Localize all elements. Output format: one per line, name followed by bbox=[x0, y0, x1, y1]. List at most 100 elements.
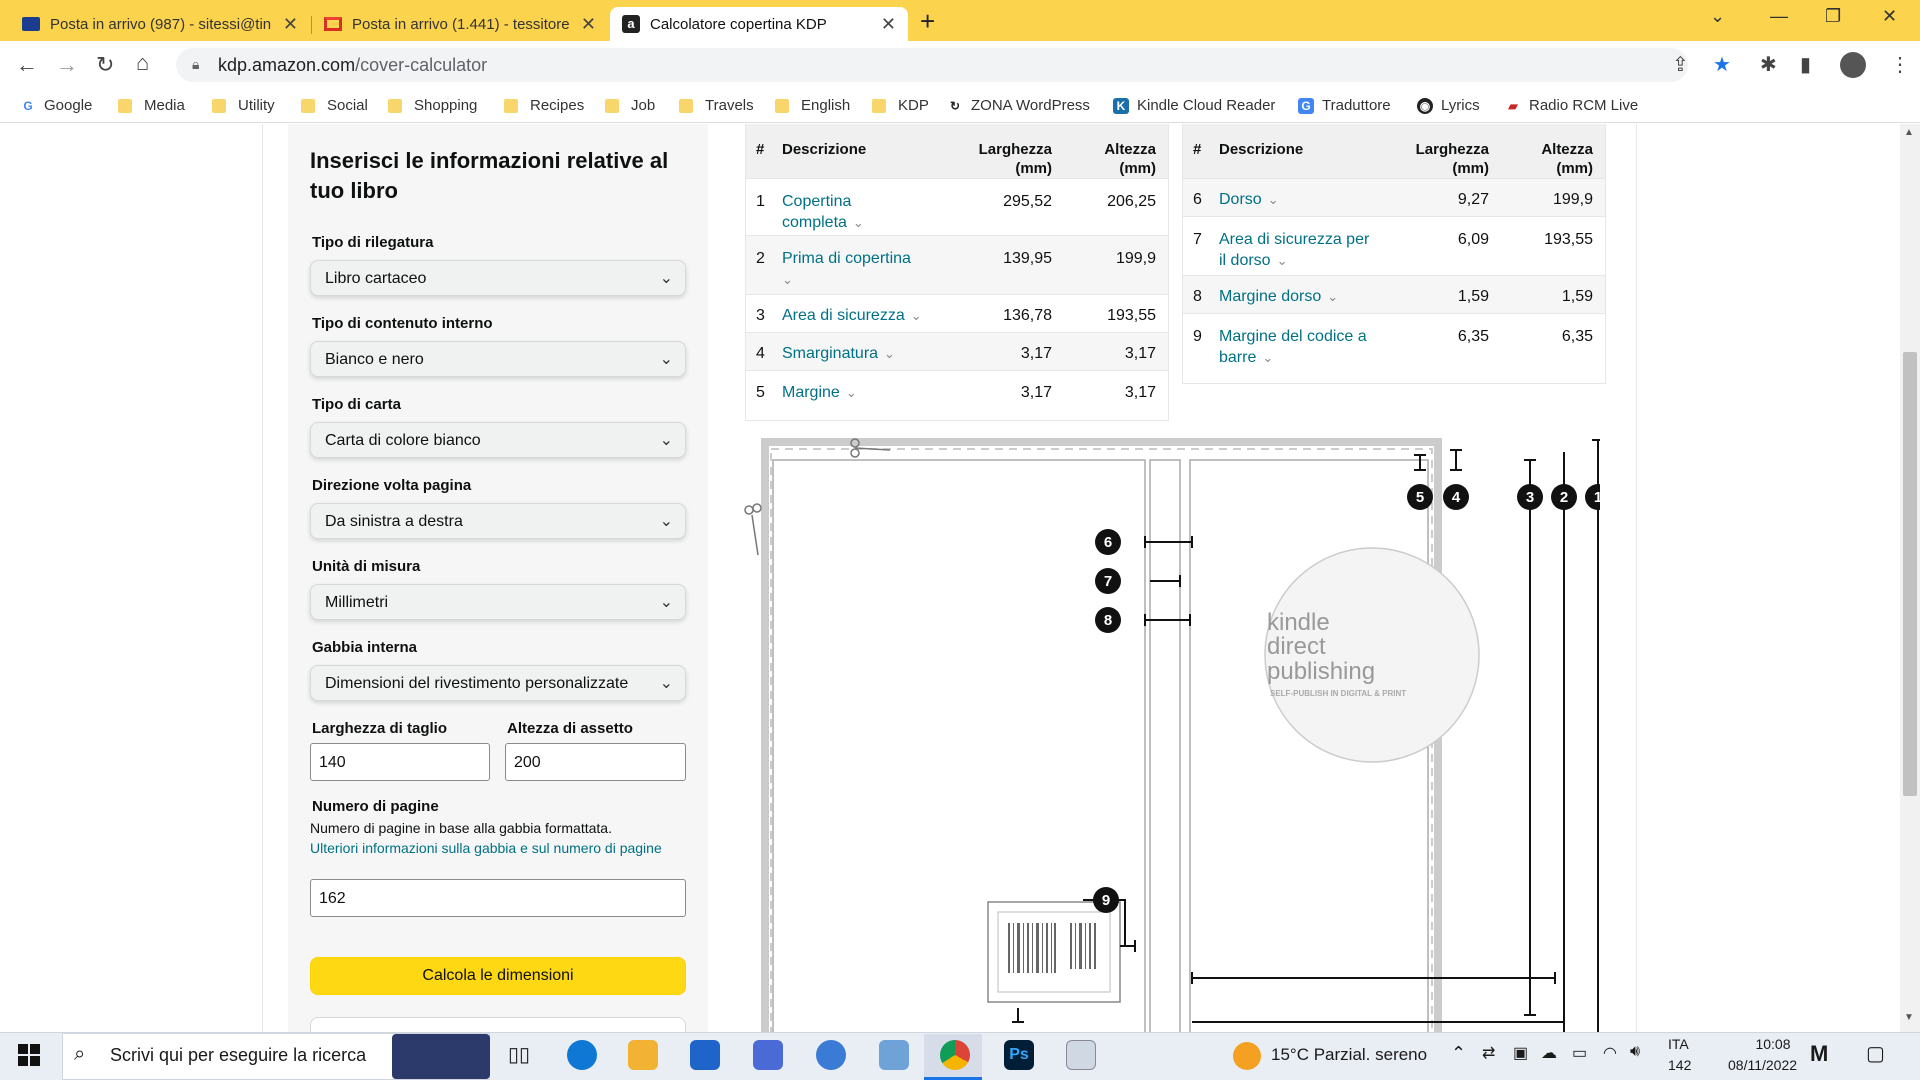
content-select[interactable]: Bianco e nero ⌄ bbox=[310, 341, 686, 377]
bookmark-kindle-cloud-reader[interactable]: K Kindle Cloud Reader bbox=[1113, 97, 1275, 114]
bookmark-travels[interactable]: Travels bbox=[679, 97, 754, 114]
bookmark-google[interactable]: G Google bbox=[20, 97, 92, 114]
translate-icon: G bbox=[1298, 97, 1314, 114]
home-icon[interactable]: ⌂ bbox=[136, 50, 149, 76]
bookmark-english[interactable]: English bbox=[775, 97, 850, 114]
app-tray-icon[interactable]: M bbox=[1810, 1041, 1828, 1067]
clock-date[interactable]: 08/11/2022 bbox=[1728, 1057, 1797, 1073]
reload-icon[interactable]: ↻ bbox=[96, 52, 114, 78]
battery-icon[interactable]: ▭ bbox=[1572, 1043, 1587, 1063]
close-icon[interactable]: ✕ bbox=[881, 14, 896, 35]
side-panel-icon[interactable]: ▮ bbox=[1800, 52, 1811, 77]
speaker-icon[interactable]: 🔊︎ bbox=[1630, 1043, 1640, 1061]
cloud-icon[interactable]: ☁ bbox=[1541, 1043, 1557, 1063]
chrome-icon[interactable] bbox=[940, 1040, 970, 1070]
new-tab-icon[interactable]: + bbox=[920, 6, 935, 37]
restore-icon[interactable]: ❐ bbox=[1825, 6, 1841, 27]
bookmark-zona-wordpress[interactable]: ↻ ZONA WordPress bbox=[947, 97, 1090, 114]
window-close-icon[interactable]: ✕ bbox=[1882, 6, 1897, 27]
scroll-down-icon[interactable]: ▼ bbox=[1904, 1012, 1914, 1023]
tab-search-chevron-icon[interactable]: ⌄ bbox=[1710, 6, 1725, 27]
clock-time[interactable]: 10:08 bbox=[1740, 1036, 1806, 1052]
store-icon[interactable] bbox=[753, 1040, 783, 1070]
row-description[interactable]: Copertina completa ⌄ bbox=[782, 191, 864, 233]
row-number: 3 bbox=[756, 307, 765, 324]
google-icon: G bbox=[23, 98, 33, 113]
direction-select[interactable]: Da sinistra a destra ⌄ bbox=[310, 503, 686, 539]
lock-icon[interactable]: 🔒︎ bbox=[192, 56, 199, 73]
scrollbar-thumb[interactable] bbox=[1903, 352, 1917, 796]
row-description[interactable]: Area di sicurezza per il dorso ⌄ bbox=[1219, 229, 1369, 271]
trim-height-input[interactable]: 200 bbox=[505, 743, 686, 781]
windows-start-icon[interactable] bbox=[18, 1044, 40, 1066]
wifi-icon[interactable]: ◠ bbox=[1603, 1043, 1617, 1063]
bookmark-social[interactable]: Social bbox=[301, 97, 368, 114]
paper-select[interactable]: Carta di colore bianco ⌄ bbox=[310, 422, 686, 458]
bookmark-star-icon[interactable]: ★ bbox=[1713, 52, 1731, 77]
bookmark-shopping[interactable]: Shopping bbox=[388, 97, 477, 114]
photoshop-icon[interactable]: Ps bbox=[1004, 1040, 1034, 1070]
content-value: Bianco e nero bbox=[325, 351, 424, 368]
pages-info-link[interactable]: Ulteriori informazioni sulla gabbia e su… bbox=[310, 840, 662, 856]
mail-app-icon[interactable] bbox=[690, 1040, 720, 1070]
unit-select[interactable]: Millimetri ⌄ bbox=[310, 584, 686, 620]
file-explorer-icon[interactable] bbox=[628, 1040, 658, 1070]
menu-dots-icon[interactable]: ⋮ bbox=[1890, 52, 1910, 77]
row-description[interactable]: Area di sicurezza ⌄ bbox=[782, 305, 922, 326]
tab-gmail[interactable]: Posta in arrivo (1.441) - tessitore ✕ bbox=[312, 7, 608, 41]
trim-width-input[interactable]: 140 bbox=[310, 743, 490, 781]
profile-avatar[interactable] bbox=[1840, 52, 1866, 78]
tab-kdp-calculator[interactable]: a Calcolatore copertina KDP ✕ bbox=[610, 7, 908, 41]
close-icon[interactable]: ✕ bbox=[283, 14, 298, 35]
row-description[interactable]: Prima di copertina ⌄ bbox=[782, 248, 911, 290]
device-icon[interactable]: ▣ bbox=[1513, 1043, 1528, 1063]
scroll-up-icon[interactable]: ▲ bbox=[1904, 127, 1914, 138]
marker-4: 4 bbox=[1443, 484, 1469, 510]
bookmark-lyrics[interactable]: ◉ Lyrics bbox=[1417, 97, 1480, 114]
page-count-input[interactable]: 162 bbox=[310, 879, 686, 917]
bookmark-label: Shopping bbox=[414, 97, 478, 114]
close-icon[interactable]: ✕ bbox=[581, 14, 596, 35]
row-width: 139,95 bbox=[1003, 250, 1052, 267]
network-settings-icon[interactable]: ⇄ bbox=[1482, 1043, 1495, 1063]
row-description[interactable]: Margine ⌄ bbox=[782, 382, 857, 403]
keyboard-language[interactable]: ITA bbox=[1668, 1036, 1689, 1052]
bookmark-job[interactable]: Job bbox=[605, 97, 655, 114]
task-view-icon[interactable]: ▯▯ bbox=[508, 1042, 530, 1067]
calculate-button[interactable]: Calcola le dimensioni bbox=[310, 957, 686, 995]
edge-icon[interactable] bbox=[567, 1040, 597, 1070]
minimize-icon[interactable]: — bbox=[1770, 6, 1788, 27]
forward-icon[interactable]: → bbox=[56, 52, 78, 78]
bookmark-radio-rcm-live[interactable]: ▰ Radio RCM Live bbox=[1505, 97, 1638, 114]
tab-mail[interactable]: Posta in arrivo (987) - sitessi@tin ✕ bbox=[10, 7, 310, 41]
url-text[interactable]: kdp.amazon.com/cover-calculator bbox=[218, 55, 487, 76]
col-width-line2: (mm) bbox=[1452, 160, 1489, 177]
chevron-up-icon[interactable]: ⌃ bbox=[1451, 1043, 1466, 1064]
weather-text[interactable]: 15°C Parzial. sereno bbox=[1271, 1045, 1427, 1065]
bookmark-utility[interactable]: Utility bbox=[212, 97, 275, 114]
notification-icon[interactable]: ▢ bbox=[1866, 1041, 1885, 1066]
binding-select[interactable]: Libro cartaceo ⌄ bbox=[310, 260, 686, 296]
row-height: 1,59 bbox=[1561, 288, 1593, 305]
row-description[interactable]: Dorso ⌄ bbox=[1219, 189, 1279, 210]
trim-select[interactable]: Dimensioni del rivestimento personalizza… bbox=[310, 665, 686, 701]
col-height-line2: (mm) bbox=[1556, 160, 1593, 177]
row-description[interactable]: Smarginatura ⌄ bbox=[782, 343, 895, 364]
bookmark-media[interactable]: Media bbox=[118, 97, 185, 114]
back-icon[interactable]: ← bbox=[16, 52, 38, 78]
bookmark-kdp[interactable]: KDP bbox=[872, 97, 929, 114]
table-row: 2 Prima di copertina ⌄ 139,95 199,9 bbox=[746, 236, 1168, 295]
chevron-down-icon: ⌄ bbox=[1327, 289, 1339, 304]
control-panel-icon[interactable] bbox=[879, 1040, 909, 1070]
extensions-icon[interactable]: ✱ bbox=[1760, 52, 1777, 77]
bookmark-traduttore[interactable]: G Traduttore bbox=[1298, 97, 1391, 114]
notepad-icon[interactable] bbox=[1066, 1040, 1096, 1070]
bookmark-recipes[interactable]: Recipes bbox=[504, 97, 584, 114]
chat-icon[interactable] bbox=[816, 1040, 846, 1070]
row-description[interactable]: Margine dorso ⌄ bbox=[1219, 286, 1338, 307]
row-description[interactable]: Margine del codice a barre ⌄ bbox=[1219, 326, 1367, 368]
share-icon[interactable]: ⇪ bbox=[1672, 52, 1689, 77]
keyboard-layout-code[interactable]: 142 bbox=[1668, 1057, 1691, 1073]
height-label: Altezza di assetto bbox=[507, 720, 633, 737]
logo-tagline: SELF-PUBLISH IN DIGITAL & PRINT bbox=[1270, 689, 1406, 698]
